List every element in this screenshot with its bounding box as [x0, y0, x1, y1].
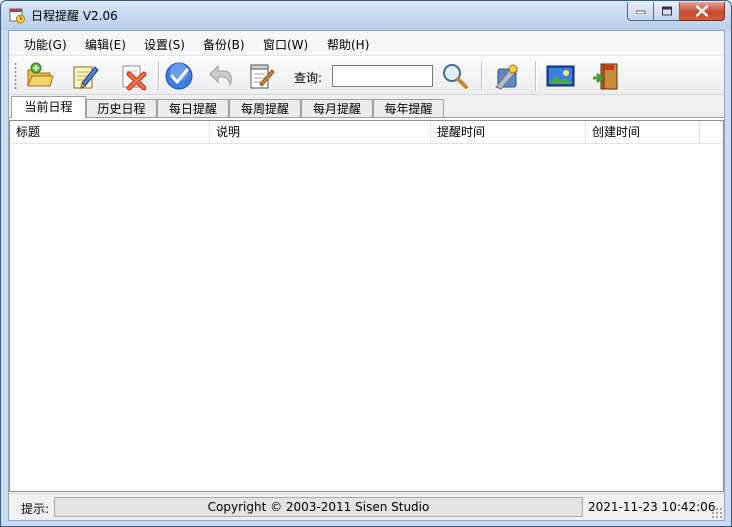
- edit-note-icon: [73, 66, 99, 89]
- tab-strip: 当前日程 历史日程 每日提醒 每周提醒 每月提醒 每年提醒: [9, 96, 724, 118]
- minimize-icon: [635, 10, 645, 14]
- column-header-reminder-time[interactable]: 提醒时间: [431, 121, 586, 144]
- close-icon: [696, 5, 708, 17]
- open-folder-icon: [27, 62, 54, 87]
- tab-yearly-reminder[interactable]: 每年提醒: [373, 99, 444, 118]
- toolbar-separator: [481, 61, 483, 91]
- screen-icon: [546, 65, 575, 87]
- resize-grip[interactable]: [711, 507, 723, 519]
- menu-window[interactable]: 窗口(W): [263, 36, 308, 53]
- tab-history-schedule[interactable]: 历史日程: [86, 99, 157, 118]
- settings-button[interactable]: [490, 59, 524, 93]
- column-header-description[interactable]: 说明: [210, 121, 431, 144]
- exit-button[interactable]: [589, 59, 623, 93]
- toolbar-grip[interactable]: [14, 62, 17, 90]
- maximize-button[interactable]: [654, 2, 680, 21]
- new-button[interactable]: [23, 59, 57, 93]
- menu-function[interactable]: 功能(G): [24, 36, 67, 53]
- check-icon: [165, 62, 193, 90]
- status-hint-label: 提示:: [21, 502, 50, 516]
- minimize-button[interactable]: [627, 2, 654, 21]
- edit-button[interactable]: [68, 59, 102, 93]
- window-controls: [627, 2, 725, 21]
- list-header: 标题 说明 提醒时间 创建时间: [10, 121, 723, 144]
- status-bar: 提示: Copyright © 2003-2011 Sisen Studio 2…: [9, 493, 724, 520]
- notepad-icon: [250, 64, 275, 89]
- menu-settings[interactable]: 设置(S): [144, 36, 185, 53]
- status-message: Copyright © 2003-2011 Sisen Studio: [54, 497, 583, 517]
- settings-icon: [495, 64, 518, 90]
- menu-backup[interactable]: 备份(B): [203, 36, 245, 53]
- search-label: 查询:: [294, 71, 323, 85]
- delete-button[interactable]: [116, 59, 150, 93]
- delete-icon: [122, 65, 147, 91]
- notes-button[interactable]: [244, 59, 278, 93]
- app-window: 日程提醒 V2.06 功能(G) 编辑(E) 设置(S) 备份(B) 窗口(W)…: [0, 0, 732, 527]
- tab-monthly-reminder[interactable]: 每月提醒: [301, 99, 373, 118]
- search-icon: [443, 64, 468, 89]
- complete-button[interactable]: [162, 59, 196, 93]
- client-area: 功能(G) 编辑(E) 设置(S) 备份(B) 窗口(W) 帮助(H) 查询: …: [8, 30, 725, 521]
- tab-current-schedule[interactable]: 当前日程: [11, 96, 86, 118]
- menu-edit[interactable]: 编辑(E): [85, 36, 126, 53]
- column-header-created-time[interactable]: 创建时间: [586, 121, 700, 144]
- calendar-clock-icon: [9, 8, 25, 24]
- undo-button[interactable]: [204, 59, 238, 93]
- search-input[interactable]: [332, 65, 433, 87]
- menu-help[interactable]: 帮助(H): [327, 36, 369, 53]
- close-button[interactable]: [680, 2, 725, 21]
- toolbar: 查询:: [9, 56, 724, 95]
- column-header-title[interactable]: 标题: [10, 121, 210, 144]
- toolbar-separator: [535, 61, 537, 91]
- search-button[interactable]: [438, 59, 472, 93]
- status-datetime: 2021-11-23 10:42:06: [588, 500, 716, 514]
- title-bar[interactable]: 日程提醒 V2.06: [1, 1, 731, 30]
- undo-icon: [209, 64, 232, 87]
- display-button[interactable]: [543, 59, 577, 93]
- schedule-list[interactable]: 标题 说明 提醒时间 创建时间: [9, 120, 724, 492]
- toolbar-separator: [158, 61, 160, 91]
- window-title: 日程提醒 V2.06: [31, 9, 118, 23]
- tab-daily-reminder[interactable]: 每日提醒: [157, 99, 229, 118]
- exit-icon: [593, 63, 618, 90]
- maximize-icon: [661, 6, 672, 16]
- tab-weekly-reminder[interactable]: 每周提醒: [229, 99, 301, 118]
- menu-bar: 功能(G) 编辑(E) 设置(S) 备份(B) 窗口(W) 帮助(H): [9, 31, 724, 56]
